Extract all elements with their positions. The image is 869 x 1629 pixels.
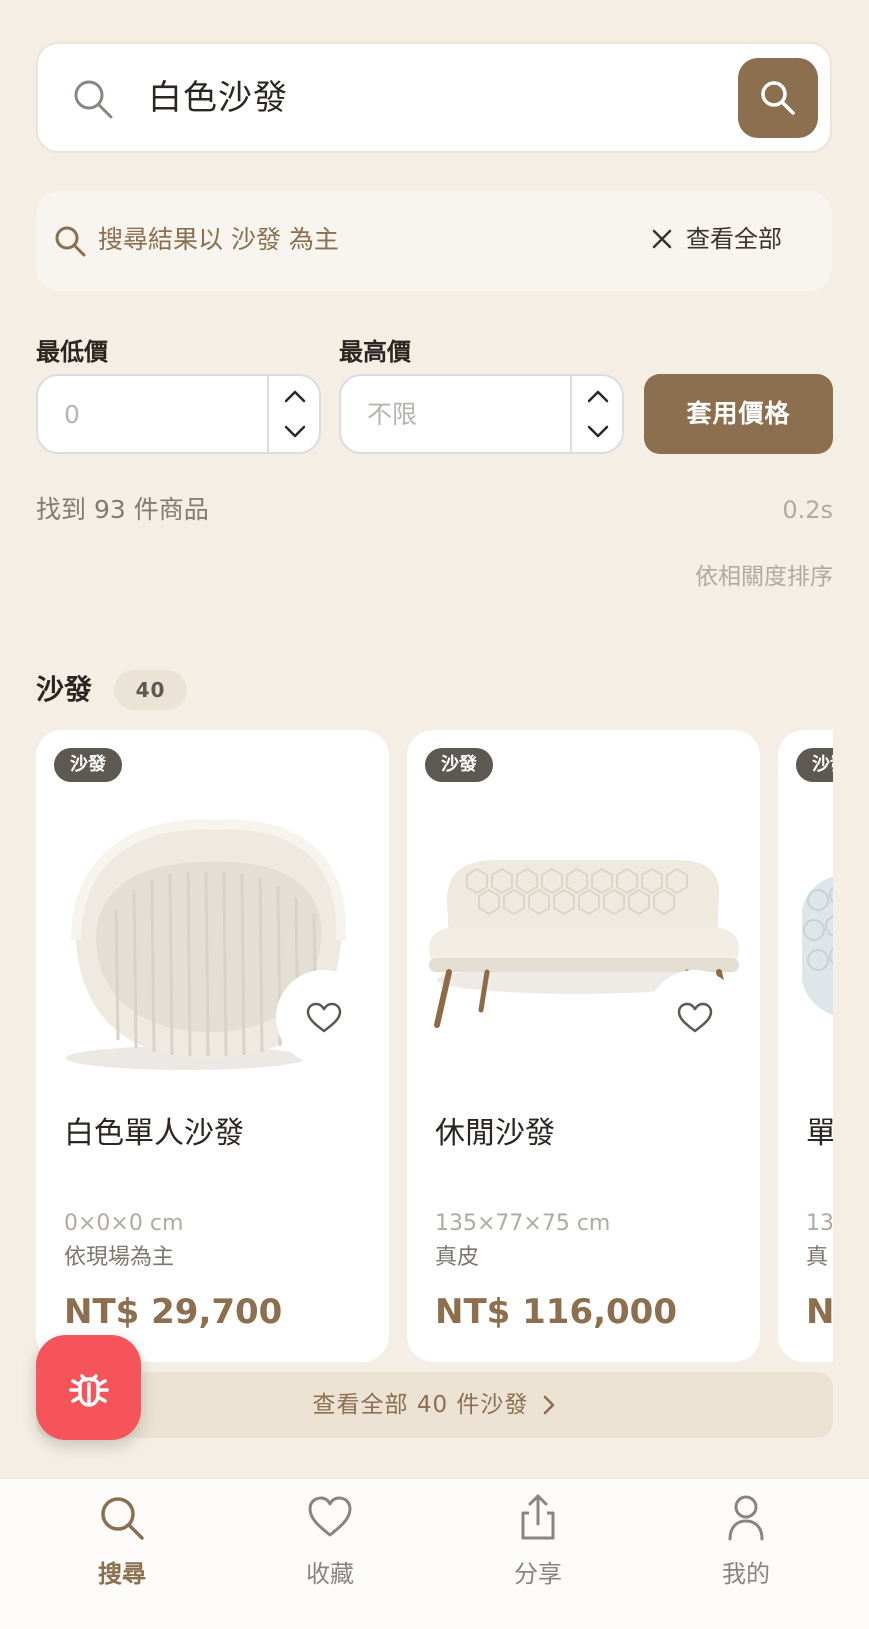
max-price-stepper[interactable]: 不限	[339, 374, 624, 454]
product-dimensions: 135×77×75 cm	[435, 1211, 611, 1236]
tab-search[interactable]: 搜尋	[52, 1493, 192, 1593]
max-price-label: 最高價	[339, 338, 411, 366]
product-carousel[interactable]: 沙發 白色單人沙發 0×0×0 cm 依現場為主 NT$ 29,700 沙發 休…	[36, 730, 833, 1362]
notice-text: 搜尋結果以 沙發 為主	[98, 225, 339, 254]
favorite-button[interactable]	[276, 970, 371, 1065]
product-card[interactable]: 沙發 休閒沙發 135×77×75 cm 真皮 NT$ 116,000	[407, 730, 760, 1362]
sort-selector[interactable]: 依相關度排序	[695, 560, 833, 594]
tab-label: 收藏	[306, 1560, 354, 1588]
min-price-input[interactable]: 0	[64, 398, 80, 432]
min-price-label: 最低價	[36, 338, 108, 366]
product-image	[802, 876, 833, 1016]
chevron-right-icon	[544, 1395, 555, 1415]
view-all-section-button[interactable]: 查看全部 40 件沙發	[36, 1372, 833, 1438]
max-price-input[interactable]: 不限	[367, 398, 417, 432]
chevron-up-icon[interactable]	[282, 388, 308, 404]
search-notice: 搜尋結果以 沙發 為主 查看全部	[36, 191, 832, 291]
product-material: 依現場為主	[64, 1245, 175, 1270]
bug-report-button[interactable]	[36, 1335, 141, 1440]
tab-label: 我的	[722, 1560, 770, 1588]
chevron-down-icon[interactable]	[585, 424, 611, 440]
category-tag: 沙發	[54, 748, 122, 782]
bottom-tab-bar: 搜尋 收藏 分享 我的	[0, 1478, 869, 1629]
product-card[interactable]: 沙發 單 13 真 NT	[778, 730, 833, 1362]
search-bar[interactable]: 白色沙發	[36, 42, 832, 153]
product-material: 真	[806, 1245, 829, 1270]
view-all-results-button[interactable]: 查看全部	[652, 221, 782, 257]
search-submit-button[interactable]	[738, 58, 818, 138]
search-icon	[55, 226, 86, 257]
product-price: NT$ 116,000	[435, 1292, 678, 1332]
close-icon	[652, 229, 672, 249]
product-name: 白色單人沙發	[64, 1116, 244, 1151]
section-title: 沙發	[36, 673, 93, 706]
search-input[interactable]: 白色沙發	[148, 73, 288, 123]
search-icon	[101, 1497, 144, 1540]
bug-icon	[68, 1373, 109, 1407]
stepper-arrows	[267, 376, 319, 452]
heart-icon	[308, 1496, 352, 1537]
min-price-stepper[interactable]: 0	[36, 374, 321, 454]
search-icon	[74, 80, 113, 119]
apply-price-button[interactable]: 套用價格	[644, 374, 833, 454]
heart-icon	[306, 1002, 341, 1032]
stepper-arrows	[570, 376, 622, 452]
section-count-badge: 40	[114, 670, 187, 710]
product-name: 單	[806, 1116, 833, 1151]
product-material: 真皮	[435, 1245, 480, 1270]
tab-share[interactable]: 分享	[468, 1493, 608, 1593]
product-dimensions: 13	[806, 1211, 833, 1236]
view-all-results-label: 查看全部	[686, 225, 782, 253]
category-tag: 沙發	[796, 748, 833, 782]
chevron-up-icon[interactable]	[585, 388, 611, 404]
search-icon	[761, 81, 795, 115]
heart-icon	[677, 1002, 712, 1032]
tab-favorites[interactable]: 收藏	[260, 1493, 400, 1593]
product-price: NT$ 29,700	[64, 1292, 283, 1332]
result-count: 找到 93 件商品	[36, 495, 209, 524]
product-name: 休閒沙發	[435, 1116, 555, 1151]
search-timing: 0.2s	[782, 496, 833, 524]
share-icon	[521, 1494, 555, 1540]
view-all-section-label: 查看全部 40 件沙發	[312, 1392, 529, 1418]
chevron-down-icon[interactable]	[282, 424, 308, 440]
product-price: NT	[806, 1292, 833, 1332]
tab-profile[interactable]: 我的	[676, 1493, 816, 1593]
tab-label: 分享	[514, 1560, 562, 1588]
user-icon	[728, 1495, 764, 1541]
category-tag: 沙發	[425, 748, 493, 782]
tab-label: 搜尋	[98, 1560, 146, 1588]
product-dimensions: 0×0×0 cm	[64, 1211, 184, 1236]
favorite-button[interactable]	[647, 970, 742, 1065]
product-card[interactable]: 沙發 白色單人沙發 0×0×0 cm 依現場為主 NT$ 29,700	[36, 730, 389, 1362]
